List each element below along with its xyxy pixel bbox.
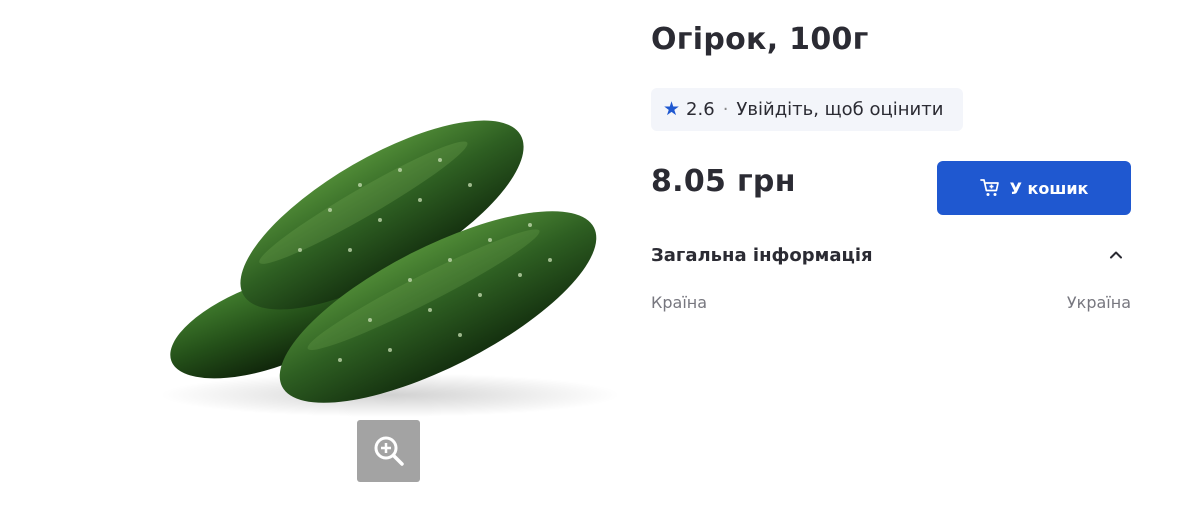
product-price: 8.05 грн bbox=[651, 164, 796, 199]
cucumber-image bbox=[160, 120, 620, 417]
login-to-rate-link[interactable]: Увійдіть, щоб оцінити bbox=[736, 99, 943, 120]
product-title: Огірок, 100г bbox=[651, 22, 869, 57]
info-row-value: Україна bbox=[1066, 293, 1131, 312]
rating-separator: · bbox=[722, 99, 729, 120]
add-to-cart-button[interactable]: У кошик bbox=[937, 161, 1131, 215]
rating-bar: ★ 2.6 · Увійдіть, щоб оцінити bbox=[651, 88, 963, 131]
chevron-up-icon bbox=[1110, 251, 1122, 259]
zoom-in-icon bbox=[374, 436, 404, 466]
cart-add-icon bbox=[979, 179, 999, 196]
product-image[interactable] bbox=[150, 90, 630, 430]
star-icon: ★ bbox=[663, 98, 681, 120]
general-info-title: Загальна інформація bbox=[651, 244, 873, 266]
info-row-label: Країна bbox=[651, 293, 708, 312]
rating-value: 2.6 bbox=[686, 99, 715, 120]
general-info-toggle[interactable]: Загальна інформація bbox=[651, 236, 1131, 274]
info-row-country: Країна Україна bbox=[651, 293, 1131, 312]
add-to-cart-label: У кошик bbox=[1009, 178, 1089, 198]
zoom-button[interactable] bbox=[357, 420, 420, 482]
